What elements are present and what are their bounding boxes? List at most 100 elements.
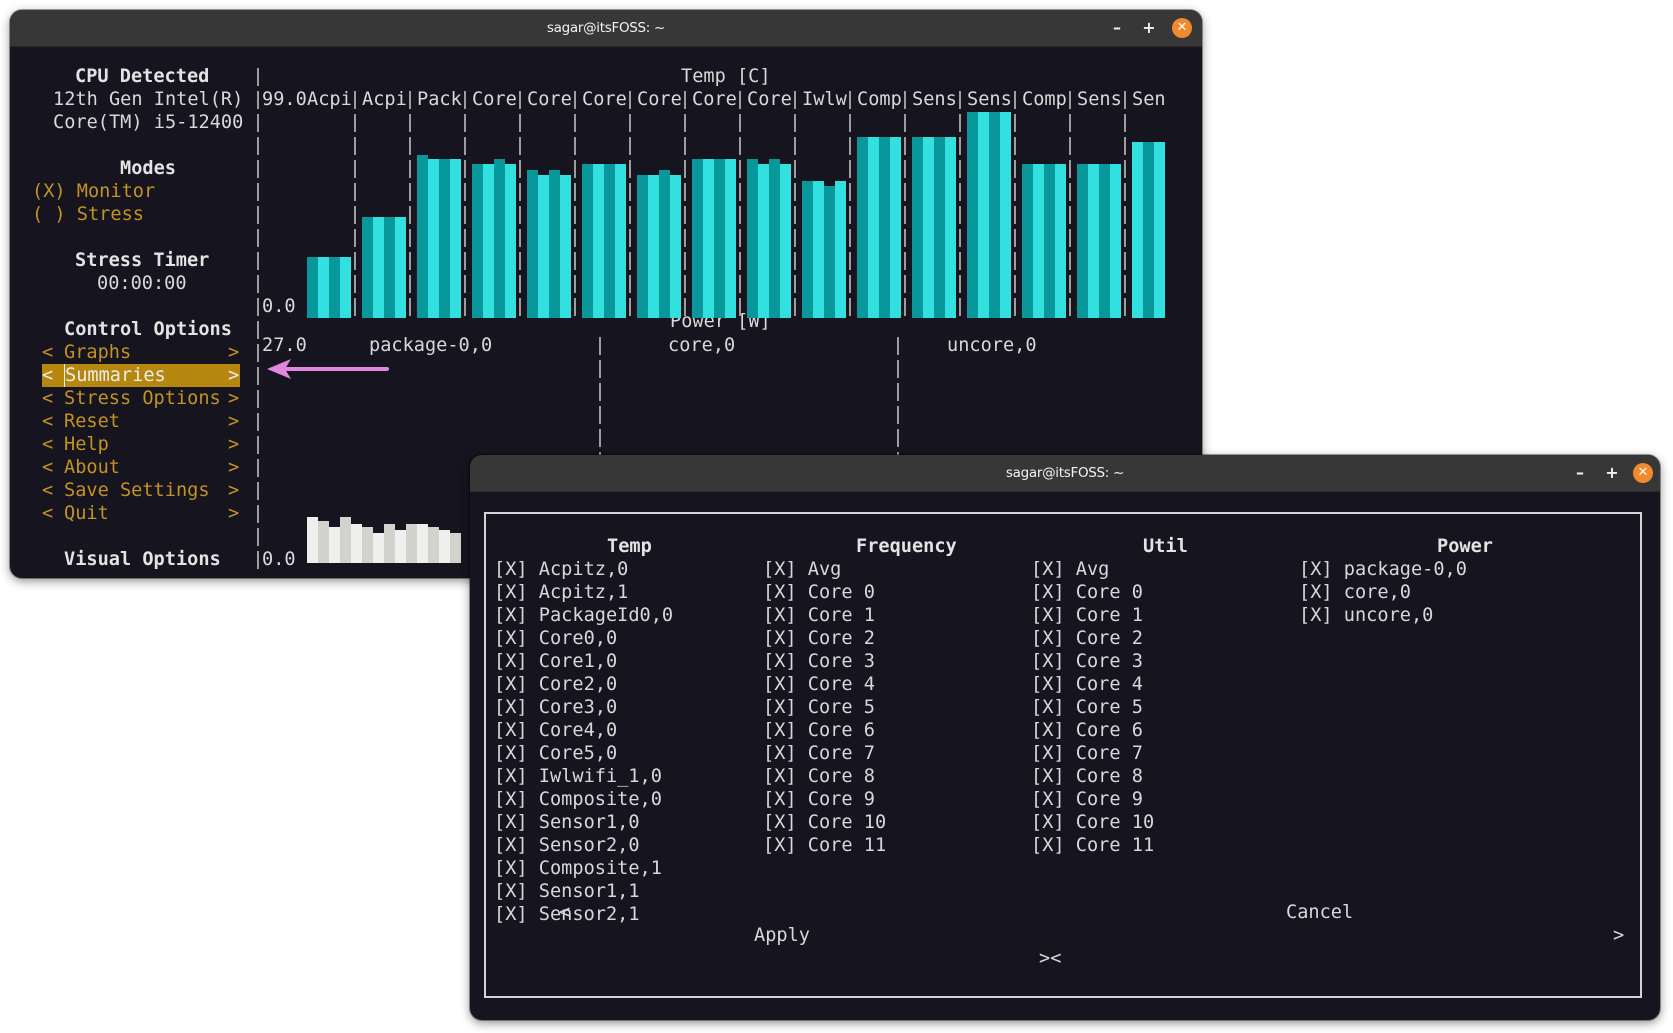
summary-checkbox[interactable]: [X] Acpitz,0 — [494, 558, 628, 581]
summary-checkbox[interactable]: [X] Sensor1,0 — [494, 811, 640, 834]
summary-checkbox[interactable]: [X] Iwlwifi_1,0 — [494, 765, 662, 788]
summary-checkbox[interactable]: [X] uncore,0 — [1299, 604, 1433, 627]
close-button[interactable]: ✕ — [1633, 463, 1653, 483]
summary-checkbox[interactable]: [X] Core 9 — [1031, 788, 1143, 811]
summary-checkbox[interactable]: [X] Core 2 — [763, 627, 875, 650]
summary-checkbox[interactable]: [X] Core1,0 — [494, 650, 617, 673]
summary-checkbox[interactable]: [X] Core 4 — [1031, 673, 1143, 696]
checkbox-label: Acpitz,1 — [538, 582, 629, 603]
column-separator — [1014, 229, 1016, 247]
column-separator — [1069, 298, 1071, 316]
column-separator — [959, 275, 961, 293]
checkbox-marker: [X] — [494, 651, 528, 672]
titlebar[interactable]: sagar@itsFOSS: ~ – + ✕ — [470, 455, 1660, 492]
temp-bar — [483, 164, 494, 318]
summary-checkbox[interactable]: [X] Core 8 — [763, 765, 875, 788]
maximize-button[interactable]: + — [1139, 18, 1159, 38]
column-separator — [849, 183, 851, 201]
cancel-button[interactable]: Cancel > — [1070, 878, 1630, 970]
temp-bar — [593, 164, 604, 318]
mode-stress-radio[interactable]: ( ) Stress — [32, 203, 144, 226]
summary-checkbox[interactable]: [X] Core 11 — [1031, 834, 1154, 857]
control-option-summaries[interactable]: < Summaries > — [42, 364, 240, 387]
summary-checkbox[interactable]: [X] Core 9 — [763, 788, 875, 811]
control-option-graphs[interactable]: < Graphs > — [42, 341, 240, 364]
column-separator — [849, 160, 851, 178]
checkbox-marker: [X] — [494, 605, 528, 626]
summary-checkbox[interactable]: [X] Core2,0 — [494, 673, 617, 696]
summary-checkbox[interactable]: [X] Core 0 — [1031, 581, 1143, 604]
summary-checkbox[interactable]: [X] Core 10 — [763, 811, 886, 834]
checkbox-label: Core 0 — [807, 582, 875, 603]
column-separator — [794, 229, 796, 247]
summary-checkbox[interactable]: [X] Core5,0 — [494, 742, 617, 765]
control-option-about[interactable]: < About > — [42, 456, 240, 479]
column-separator — [739, 229, 741, 247]
column-separator — [1014, 206, 1016, 224]
temp-bar — [648, 175, 659, 318]
summary-checkbox[interactable]: [X] package-0,0 — [1299, 558, 1467, 581]
summary-checkbox[interactable]: [X] Core 0 — [763, 581, 875, 604]
summary-checkbox[interactable]: [X] Core 7 — [763, 742, 875, 765]
summary-checkbox[interactable]: [X] Avg — [1031, 558, 1109, 581]
divider-segment — [257, 551, 259, 569]
column-separator — [464, 183, 466, 201]
summary-checkbox[interactable]: [X] Core 6 — [763, 719, 875, 742]
cpu-detected-heading: CPU Detected — [75, 66, 210, 87]
mode-monitor-radio[interactable]: (X) Monitor — [32, 180, 155, 203]
close-button[interactable]: ✕ — [1172, 18, 1192, 38]
summary-checkbox[interactable]: [X] Core 11 — [763, 834, 886, 857]
summary-checkbox[interactable]: [X] Avg — [763, 558, 841, 581]
temp-bar — [307, 257, 318, 318]
power-bar — [340, 517, 351, 563]
summary-checkbox[interactable]: [X] Core4,0 — [494, 719, 617, 742]
column-separator — [409, 298, 411, 316]
checkbox-label: Core3,0 — [538, 697, 618, 718]
summary-checkbox[interactable]: [X] Core 10 — [1031, 811, 1154, 834]
summary-checkbox[interactable]: [X] Core 3 — [763, 650, 875, 673]
control-option-reset[interactable]: < Reset > — [42, 410, 240, 433]
control-option-quit[interactable]: < Quit > — [42, 502, 240, 525]
titlebar[interactable]: sagar@itsFOSS: ~ – + ✕ — [10, 10, 1202, 47]
visual-options-heading: Visual Options — [64, 549, 221, 570]
summary-checkbox[interactable]: [X] Core0,0 — [494, 627, 617, 650]
column-separator — [574, 91, 576, 109]
temp-sensor-label: Acpi — [362, 89, 407, 110]
temp-bar — [934, 136, 945, 318]
summary-checkbox[interactable]: [X] Sensor2,1 — [494, 903, 640, 926]
summary-checkbox[interactable]: [X] core,0 — [1299, 581, 1411, 604]
summary-checkbox[interactable]: [X] Sensor1,1 — [494, 880, 640, 903]
minimize-button[interactable]: – — [1570, 463, 1590, 483]
summary-checkbox[interactable]: [X] Core 1 — [1031, 604, 1143, 627]
summary-checkbox[interactable]: [X] Core 7 — [1031, 742, 1143, 765]
summary-checkbox[interactable]: [X] Composite,1 — [494, 857, 662, 880]
summary-checkbox[interactable]: [X] Core 4 — [763, 673, 875, 696]
summary-checkbox[interactable]: [X] Core 3 — [1031, 650, 1143, 673]
column-separator — [464, 229, 466, 247]
column-separator — [849, 91, 851, 109]
summary-checkbox[interactable]: [X] Core 5 — [1031, 696, 1143, 719]
control-option-save-settings[interactable]: < Save Settings > — [42, 479, 240, 502]
summary-checkbox[interactable]: [X] Core 8 — [1031, 765, 1143, 788]
temp-bar — [758, 164, 769, 318]
control-option-help[interactable]: < Help > — [42, 433, 240, 456]
column-separator — [794, 160, 796, 178]
column-separator — [464, 252, 466, 270]
summary-checkbox[interactable]: [X] Core 1 — [763, 604, 875, 627]
checkbox-label: Sensor2,0 — [538, 835, 640, 856]
cpu-model-line2: Core(TM) i5-12400 — [53, 112, 244, 133]
control-option-stress-options[interactable]: < Stress Options > — [42, 387, 240, 410]
summary-checkbox[interactable]: [X] Core 5 — [763, 696, 875, 719]
temp-bar — [417, 155, 428, 318]
summary-checkbox[interactable]: [X] Sensor2,0 — [494, 834, 640, 857]
radio-label: Monitor — [76, 181, 156, 202]
summary-checkbox[interactable]: [X] PackageId0,0 — [494, 604, 673, 627]
summary-checkbox[interactable]: [X] Core 6 — [1031, 719, 1143, 742]
maximize-button[interactable]: + — [1602, 463, 1622, 483]
summary-checkbox[interactable]: [X] Core3,0 — [494, 696, 617, 719]
minimize-button[interactable]: – — [1107, 18, 1127, 38]
column-separator — [574, 206, 576, 224]
summary-checkbox[interactable]: [X] Acpitz,1 — [494, 581, 628, 604]
summary-checkbox[interactable]: [X] Core 2 — [1031, 627, 1143, 650]
summary-checkbox[interactable]: [X] Composite,0 — [494, 788, 662, 811]
